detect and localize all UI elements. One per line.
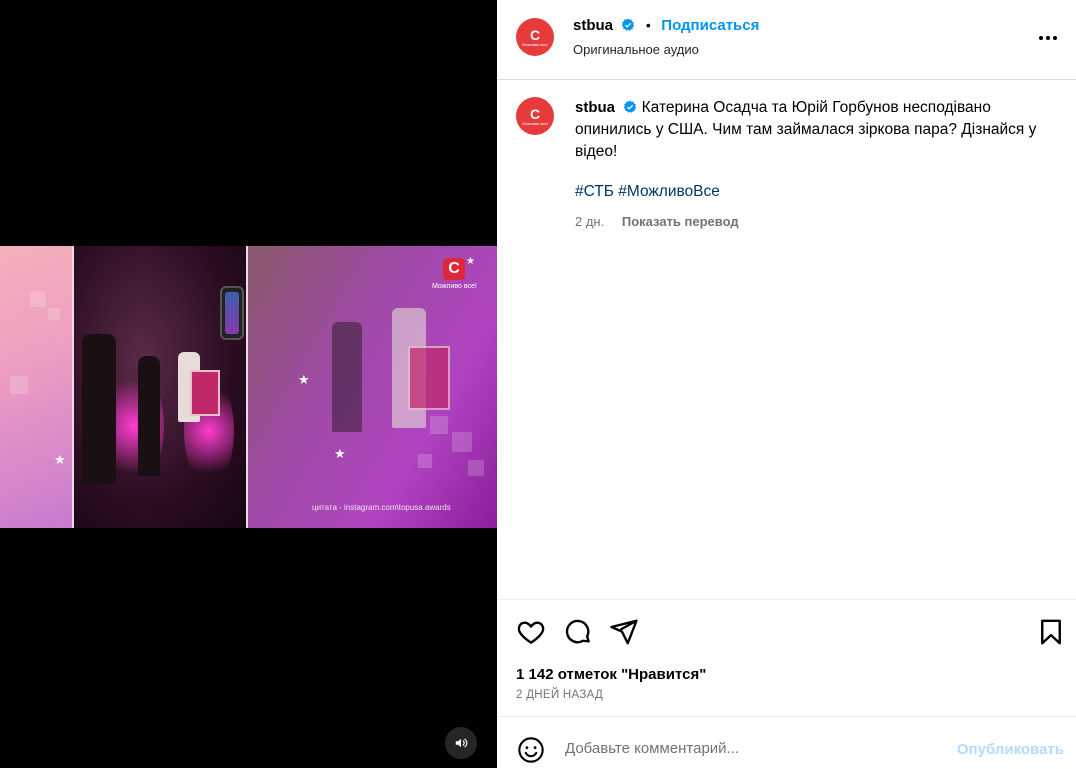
comment-icon[interactable] — [563, 617, 593, 647]
more-options-icon — [1039, 36, 1043, 40]
post-time[interactable]: 2 дн. — [575, 214, 604, 229]
video-caption: цитата - instagram.com\topusa.awards — [312, 503, 451, 512]
post-caption-block: stbua Катерина Осадча та Юрій Горбунов н… — [575, 97, 1060, 233]
header-title-row: stbua • Подписаться — [573, 17, 759, 35]
audio-label[interactable]: Оригинальное аудио — [573, 42, 699, 57]
speaker-icon — [455, 738, 468, 748]
post-header: С Можливо все! stbua • Подписаться Ориги… — [497, 0, 1076, 80]
verified-badge-icon — [624, 100, 637, 113]
separator-dot: • — [645, 17, 651, 33]
more-options-button[interactable] — [1036, 26, 1060, 50]
comment-bar: Опубликовать — [497, 716, 1076, 769]
video-player[interactable]: ★ ★ ★ ★ С Можливо все! цитата - instagra… — [0, 0, 497, 768]
translate-button[interactable]: Показать перевод — [622, 214, 739, 229]
heart-icon[interactable] — [516, 617, 546, 647]
bookmark-icon[interactable] — [1036, 617, 1066, 647]
hashtags: #СТБ #МожливоВсе — [575, 181, 1060, 203]
hashtag-link[interactable]: #СТБ — [575, 183, 614, 200]
comment-input[interactable] — [563, 739, 937, 758]
emoji-icon[interactable] — [517, 736, 545, 764]
video-center-panel — [74, 246, 246, 528]
avatar-subtext: Можливо все! — [522, 41, 548, 47]
post-meta: 2 дн. Показать перевод — [575, 211, 1060, 233]
hashtag-link[interactable]: #МожливоВсе — [618, 183, 720, 200]
avatar[interactable]: С Можливо все! — [516, 18, 554, 56]
action-bar: 1 142 отметок "Нравится" 2 ДНЕЙ НАЗАД — [497, 599, 1076, 717]
avatar-subtext: Можливо все! — [522, 120, 548, 126]
share-icon[interactable] — [609, 617, 639, 647]
post-panel: С Можливо все! stbua • Подписаться Ориги… — [497, 0, 1076, 768]
avatar-letter: С — [529, 26, 541, 43]
avatar[interactable]: С Можливо все! — [516, 97, 554, 135]
likes-count[interactable]: 1 142 отметок "Нравится" — [516, 666, 706, 683]
video-frame[interactable]: ★ ★ ★ ★ С Можливо все! цитата - instagra… — [0, 246, 497, 528]
post-date[interactable]: 2 ДНЕЙ НАЗАД — [516, 689, 603, 701]
caption-text: Катерина Осадча та Юрій Горбунов несподі… — [575, 99, 1037, 160]
video-left-panel: ★ — [0, 246, 72, 528]
follow-button[interactable]: Подписаться — [661, 17, 759, 34]
caption-username-link[interactable]: stbua — [575, 99, 615, 116]
audio-toggle-button[interactable] — [445, 727, 477, 759]
verified-badge-icon — [622, 18, 635, 31]
publish-button[interactable]: Опубликовать — [957, 741, 1064, 758]
channel-logo: С — [443, 258, 465, 280]
avatar-letter: С — [529, 105, 541, 122]
username-link[interactable]: stbua — [573, 17, 613, 34]
channel-logo-text: Можливо все! — [432, 283, 477, 290]
